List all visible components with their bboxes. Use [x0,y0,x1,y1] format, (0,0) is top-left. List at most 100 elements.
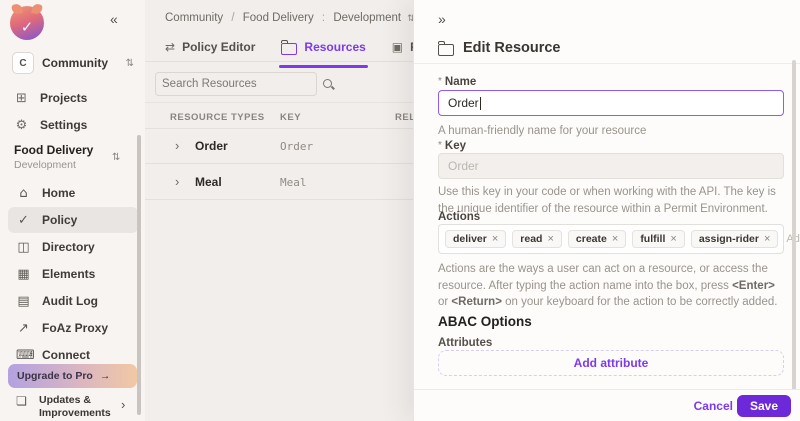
column-header-key: KEY [280,112,301,123]
chip-label: create [576,233,607,245]
column-header-resource-types: RESOURCE TYPES [170,112,265,123]
search-resources-box [155,72,317,96]
action-chip[interactable]: deliver × [445,230,506,248]
settings-icon: ⚙ [14,118,29,133]
close-icon[interactable]: × [764,233,770,245]
breadcrumb-separator: / [231,12,234,24]
roles-icon: ▣ [392,40,403,54]
search-input[interactable] [156,78,322,90]
action-chip[interactable]: create × [568,230,626,248]
breadcrumb-environment[interactable]: Development [333,12,401,24]
divider [414,63,800,64]
divider [145,102,413,103]
tab-resources[interactable]: Resources [281,41,365,61]
key-help-text: Use this key in your code or when workin… [438,184,788,217]
row-expand-icon[interactable]: › [175,138,179,153]
home-icon: ⌂ [16,186,31,201]
updates-icon: ❏ [14,394,29,408]
drawer-footer: Cancel Save [414,389,800,421]
sidebar-item-label: Home [42,186,75,200]
sidebar-item-label: Audit Log [42,294,98,308]
org-name: Community [42,56,108,70]
resource-name: Meal [195,175,222,189]
chip-label: deliver [453,233,487,245]
add-attribute-button[interactable]: Add attribute [438,350,784,376]
policy-icon: ✓ [16,213,31,228]
upgrade-to-pro-button[interactable]: Upgrade to Pro → [8,364,137,388]
project-sort-icon[interactable]: ⇅ [112,152,120,163]
save-button[interactable]: Save [737,395,791,417]
drawer-title: Edit Resource [463,40,561,56]
resource-name: Order [195,139,228,153]
key-field: Order [438,153,784,179]
actions-field[interactable]: deliver × read × create × fulfill × assi… [438,224,784,254]
tab-label: Policy Editor [182,40,255,54]
sidebar-collapse-icon[interactable]: « [110,11,118,27]
sidebar-item-label: Projects [40,91,87,105]
sidebar-item-label: Elements [42,267,95,281]
updates-label: Updates & Improvements [39,394,111,419]
drawer-collapse-icon[interactable]: » [438,11,446,27]
close-icon[interactable]: × [670,233,676,245]
sidebar-item-home[interactable]: ⌂ Home [8,180,138,206]
sidebar-item-directory[interactable]: ◫ Directory [8,234,138,260]
action-chip[interactable]: read × [512,230,562,248]
name-label: *Name [438,76,476,88]
close-icon[interactable]: × [492,233,498,245]
main-content: Community / Food Delivery : Development … [145,0,413,421]
close-icon[interactable]: × [547,233,553,245]
arrow-right-icon: → [100,370,111,382]
edit-resource-drawer: » Edit Resource *Name Order A human-frie… [413,0,800,421]
sliders-icon: ⇄ [165,40,175,54]
sidebar-item-foaz-proxy[interactable]: ↗ FoAz Proxy [8,315,138,341]
sidebar-item-projects[interactable]: ⊞ Projects [14,88,87,108]
tab-policy-editor[interactable]: ⇄ Policy Editor [165,41,255,61]
project-name: Food Delivery [14,143,126,157]
close-icon[interactable]: × [612,233,618,245]
project-switcher[interactable]: Food Delivery Development [14,143,126,171]
table-row-order[interactable]: › Order Order [145,128,413,164]
drawer-scrollbar[interactable] [792,60,796,390]
cancel-button[interactable]: Cancel [694,399,733,413]
breadcrumb-project[interactable]: Food Delivery [243,12,314,24]
divider [145,199,413,200]
table-row-meal[interactable]: › Meal Meal [145,164,413,200]
org-sort-icon: ⇅ [126,58,134,69]
foaz-proxy-icon: ↗ [16,321,31,336]
audit-log-icon: ▤ [16,294,31,309]
sidebar-item-audit-log[interactable]: ▤ Audit Log [8,288,138,314]
action-chip[interactable]: fulfill × [632,230,685,248]
project-environment: Development [14,159,126,171]
name-field[interactable]: Order [438,90,784,116]
sidebar-scrollbar[interactable] [137,135,141,415]
sidebar-item-settings[interactable]: ⚙ Settings [14,115,87,135]
org-switcher[interactable]: C Community ⇅ [12,52,134,74]
row-expand-icon[interactable]: › [175,174,179,189]
column-header-relations: RELATIONS [395,112,413,123]
divider [145,61,413,62]
tab-roles[interactable]: ▣ Roles [392,41,413,61]
logo-check-icon: ✓ [21,18,34,36]
tab-label: Resources [304,40,365,54]
chip-label: read [520,233,542,245]
sidebar: ✓ « C Community ⇅ ⊞ Projects ⚙ Settings … [0,0,145,421]
sidebar-item-policy[interactable]: ✓ Policy [8,207,138,233]
drawer-title-row: Edit Resource [438,40,561,56]
breadcrumb: Community / Food Delivery : Development … [165,12,413,24]
tab-bar: ⇄ Policy Editor Resources ▣ Roles Σ [165,41,413,61]
action-chip[interactable]: assign-rider × [691,230,779,248]
folder-icon [438,44,454,56]
permit-logo[interactable]: ✓ [10,6,44,40]
sidebar-item-label: Directory [42,240,95,254]
sidebar-item-label: Settings [40,118,87,132]
projects-icon: ⊞ [14,91,29,106]
elements-icon: ▦ [16,267,31,282]
actions-label: Actions [438,211,480,223]
org-avatar: C [12,52,34,74]
sidebar-item-label: Connect [42,348,90,362]
chip-label: fulfill [640,233,665,245]
attributes-label: Attributes [438,337,492,349]
sidebar-item-elements[interactable]: ▦ Elements [8,261,138,287]
sidebar-item-updates[interactable]: ❏ Updates & Improvements › [14,394,132,419]
breadcrumb-org[interactable]: Community [165,12,223,24]
